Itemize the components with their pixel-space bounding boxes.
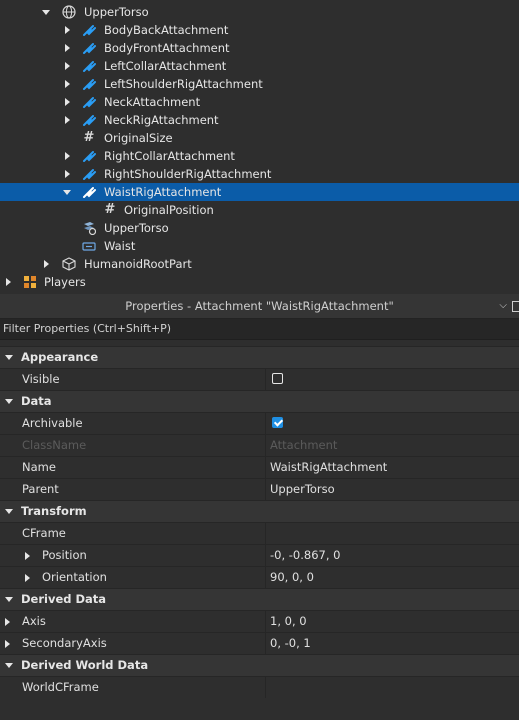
tree-item-label: NeckAttachment <box>104 95 201 109</box>
tree-item-leftshoulderrigattachment[interactable]: LeftShoulderRigAttachment <box>0 75 519 93</box>
tree-item-rightcollarattachment[interactable]: RightCollarAttachment <box>0 147 519 165</box>
property-archivable[interactable]: Archivable <box>0 412 519 434</box>
position-value-field[interactable]: -0, -0.867, 0 <box>270 545 340 566</box>
collapse-arrow-icon[interactable] <box>5 399 13 404</box>
tree-item-label: BodyFrontAttachment <box>104 41 230 55</box>
hash-icon: # <box>104 202 116 217</box>
collapse-arrow-icon[interactable] <box>41 3 51 21</box>
tree-item-label: WaistRigAttachment <box>104 185 222 199</box>
tree-item-neckrigattachment[interactable]: NeckRigAttachment <box>0 111 519 129</box>
attachment-icon <box>83 97 96 108</box>
expand-arrow-icon[interactable] <box>62 21 72 39</box>
collapse-arrow-icon[interactable] <box>62 183 72 201</box>
tree-item-label: LeftCollarAttachment <box>104 59 227 73</box>
tree-item-waist[interactable]: Waist <box>0 237 519 255</box>
tree-item-bodyfrontattachment[interactable]: BodyFrontAttachment <box>0 39 519 57</box>
explorer-panel: UpperTorso BodyBackAttachment BodyFrontA… <box>0 0 519 290</box>
attachment-icon <box>83 115 96 126</box>
property-position[interactable]: Position -0, -0.867, 0 <box>0 544 519 566</box>
tree-item-humanoidrootpart[interactable]: HumanoidRootPart <box>0 255 519 273</box>
archivable-checkbox[interactable] <box>272 417 283 428</box>
category-derived-world-data[interactable]: Derived World Data <box>0 654 519 676</box>
tree-item-label: Players <box>44 275 86 289</box>
expand-arrow-icon[interactable] <box>5 640 10 648</box>
attachment-icon <box>83 169 96 180</box>
motor6d-icon <box>82 242 96 251</box>
expand-arrow-icon[interactable] <box>62 165 72 183</box>
expand-arrow-icon[interactable] <box>25 552 30 560</box>
tree-item-label: Waist <box>104 239 136 253</box>
motor-icon <box>84 222 96 235</box>
expand-arrow-icon[interactable] <box>62 93 72 111</box>
tree-item-rightshoulderrigattachment[interactable]: RightShoulderRigAttachment <box>0 165 519 183</box>
property-name[interactable]: Name WaistRigAttachment <box>0 456 519 478</box>
part-icon <box>62 257 76 271</box>
attachment-icon <box>83 43 96 54</box>
expand-arrow-icon[interactable] <box>5 618 10 626</box>
category-derived-data[interactable]: Derived Data <box>0 588 519 610</box>
name-value-field[interactable]: WaistRigAttachment <box>270 457 387 478</box>
orientation-value-field[interactable]: 90, 0, 0 <box>270 567 314 588</box>
property-worldcframe[interactable]: WorldCFrame <box>0 676 519 698</box>
tree-item-label: UpperTorso <box>104 221 169 235</box>
expand-arrow-icon[interactable] <box>41 255 51 273</box>
attachment-icon <box>83 151 96 162</box>
collapse-arrow-icon[interactable] <box>5 509 13 514</box>
properties-panel: Properties - Attachment "WaistRigAttachm… <box>0 294 519 720</box>
tree-item-label: OriginalSize <box>104 131 173 145</box>
expand-arrow-icon[interactable] <box>25 574 30 582</box>
tree-item-label: HumanoidRootPart <box>84 257 192 271</box>
tree-item-bodybackattachment[interactable]: BodyBackAttachment <box>0 21 519 39</box>
properties-title-bar: Properties - Attachment "WaistRigAttachm… <box>0 294 519 319</box>
properties-title: Properties - Attachment "WaistRigAttachm… <box>125 299 394 313</box>
tree-item-label: UpperTorso <box>84 5 149 19</box>
property-visible[interactable]: Visible <box>0 368 519 390</box>
property-secondaryaxis[interactable]: SecondaryAxis 0, -0, 1 <box>0 632 519 654</box>
hash-icon: # <box>83 130 95 145</box>
expand-arrow-icon[interactable] <box>3 273 13 290</box>
dock-icon[interactable] <box>512 301 519 312</box>
tree-item-label: BodyBackAttachment <box>104 23 229 37</box>
tree-item-label: LeftShoulderRigAttachment <box>104 77 263 91</box>
property-axis[interactable]: Axis 1, 0, 0 <box>0 610 519 632</box>
collapse-arrow-icon[interactable] <box>5 597 13 602</box>
category-data[interactable]: Data <box>0 390 519 412</box>
tree-item-label: NeckRigAttachment <box>104 113 219 127</box>
tree-item-originalposition[interactable]: # OriginalPosition <box>0 201 519 219</box>
attachment-icon <box>83 61 96 72</box>
expand-arrow-icon[interactable] <box>62 39 72 57</box>
property-orientation[interactable]: Orientation 90, 0, 0 <box>0 566 519 588</box>
expand-arrow-icon[interactable] <box>62 57 72 75</box>
tree-item-uppertorso-weld[interactable]: UpperTorso <box>0 219 519 237</box>
attachment-icon <box>83 25 96 36</box>
category-transform[interactable]: Transform <box>0 500 519 522</box>
tree-item-label: RightCollarAttachment <box>104 149 235 163</box>
property-cframe[interactable]: CFrame <box>0 522 519 544</box>
collapse-arrow-icon[interactable] <box>5 355 13 360</box>
expand-arrow-icon[interactable] <box>62 75 72 93</box>
tree-item-uppertorso[interactable]: UpperTorso <box>0 3 519 21</box>
expand-arrow-icon[interactable] <box>62 147 72 165</box>
chevron-down-icon[interactable]: ⌵ <box>499 294 507 318</box>
tree-item-waistrigattachment[interactable]: WaistRigAttachment <box>0 183 519 201</box>
attachment-icon <box>83 187 96 198</box>
visible-checkbox[interactable] <box>272 373 283 384</box>
property-classname: ClassName Attachment <box>0 434 519 456</box>
tree-item-neckattachment[interactable]: NeckAttachment <box>0 93 519 111</box>
parent-value-field[interactable]: UpperTorso <box>270 479 335 500</box>
tree-item-leftcollarattachment[interactable]: LeftCollarAttachment <box>0 57 519 75</box>
tree-item-originalsize[interactable]: # OriginalSize <box>0 129 519 147</box>
expand-arrow-icon[interactable] <box>62 111 72 129</box>
tree-item-label: RightShoulderRigAttachment <box>104 167 272 181</box>
property-parent[interactable]: Parent UpperTorso <box>0 478 519 500</box>
filter-placeholder: Filter Properties (Ctrl+Shift+P) <box>3 322 172 335</box>
category-appearance[interactable]: Appearance <box>0 346 519 368</box>
globe-icon <box>62 5 76 19</box>
attachment-icon <box>83 79 96 90</box>
collapse-arrow-icon[interactable] <box>5 663 13 668</box>
tree-item-players[interactable]: Players <box>0 273 519 290</box>
tree-item-label: OriginalPosition <box>124 203 214 217</box>
filter-properties-input[interactable]: Filter Properties (Ctrl+Shift+P) <box>0 319 519 340</box>
players-icon <box>24 276 36 288</box>
